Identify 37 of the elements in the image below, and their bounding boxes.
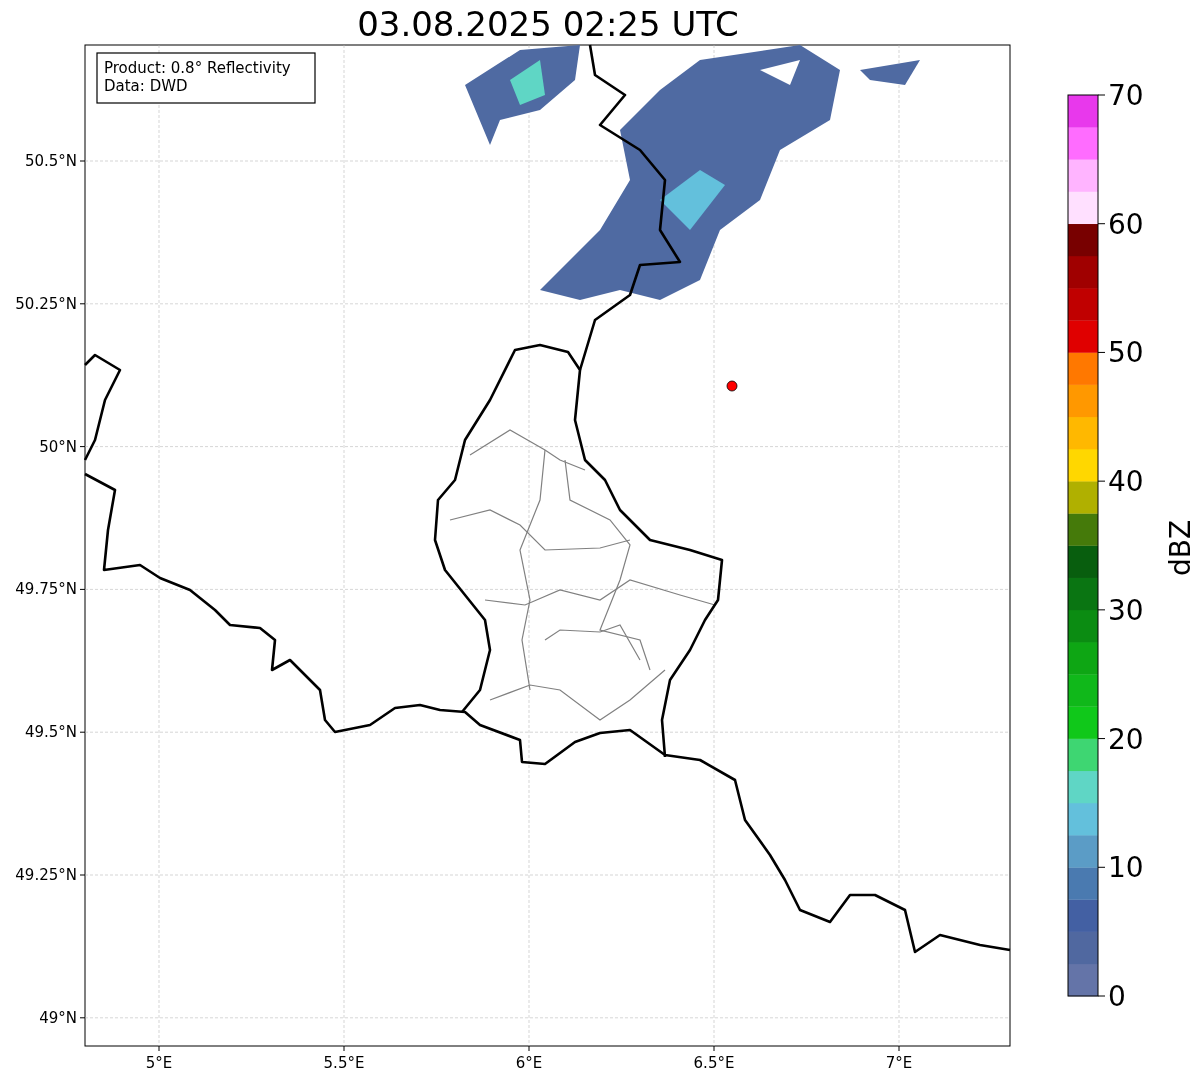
info-text: Product: 0.8° Reflectivity: [104, 59, 291, 77]
colorbar-tick-label: 50: [1108, 336, 1144, 370]
colorbar-tick-label: 60: [1108, 207, 1144, 241]
axis-tick-label: 50°N: [39, 437, 77, 456]
axis-tick-label: 5.5°E: [323, 1054, 365, 1072]
axis-tick-label: 49°N: [39, 1008, 77, 1027]
tick-mark: [79, 446, 86, 448]
axis-tick-label: 49.25°N: [15, 866, 77, 884]
tick-mark: [158, 1045, 160, 1052]
info-text: Data: DWD: [104, 77, 188, 95]
colorbar-tick-label: 0: [1108, 980, 1126, 1013]
axis-tick-label: 49.5°N: [24, 723, 77, 742]
tick-mark: [713, 1045, 715, 1052]
axis-tick-label: 5°E: [145, 1054, 173, 1072]
axis-tick-label: 6.5°E: [693, 1054, 735, 1072]
tick-mark: [528, 1045, 530, 1052]
location-marker: [726, 380, 738, 392]
plot-title: 03.08.2025 02:25 UTC: [357, 4, 739, 44]
colorbar-tick-label: 70: [1108, 79, 1144, 112]
axis-tick-label: 50.25°N: [15, 294, 77, 313]
axis-tick-label: 50.5°N: [24, 152, 77, 170]
tick-mark: [79, 588, 86, 590]
tick-mark: [79, 874, 86, 876]
colorbar-label: dBZ: [1164, 519, 1197, 577]
tick-mark: [343, 1045, 345, 1052]
colorbar-tick-label: 40: [1108, 465, 1144, 499]
tick-mark: [79, 1017, 86, 1019]
axis-tick-label: 6°E: [515, 1054, 543, 1072]
colorbar-tick-label: 30: [1108, 593, 1144, 627]
tick-mark: [79, 731, 86, 733]
axis-tick-label: 7°E: [885, 1054, 913, 1072]
tick-mark: [79, 160, 86, 162]
colorbar-tick-label: 20: [1108, 722, 1144, 756]
tick-mark: [79, 303, 86, 305]
tick-mark: [898, 1045, 900, 1052]
axis-tick-label: 49.75°N: [15, 580, 77, 599]
colorbar-tick-label: 10: [1108, 851, 1144, 885]
